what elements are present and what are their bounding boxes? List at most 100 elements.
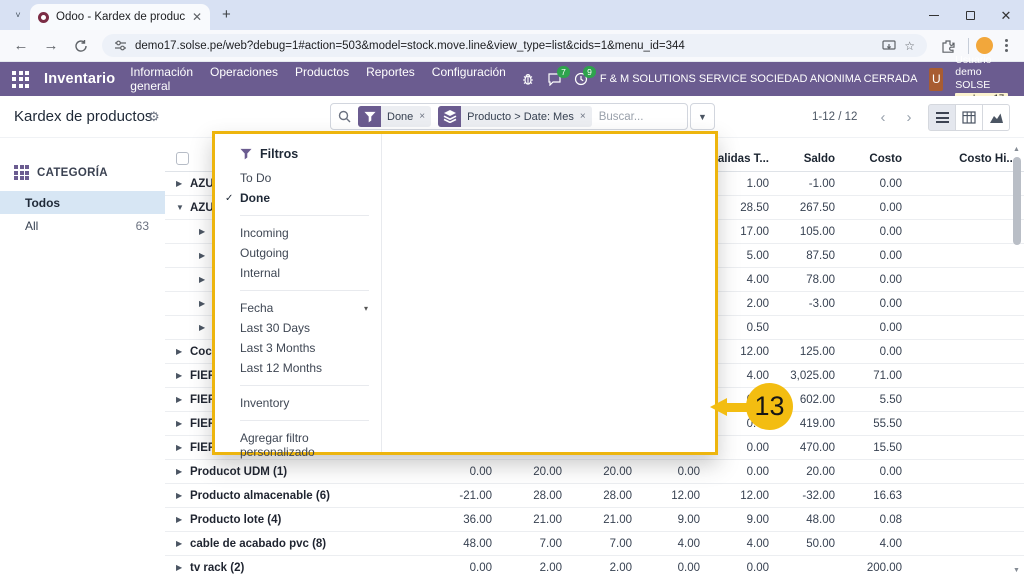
row-expand-icon[interactable]: ▶ xyxy=(199,251,208,260)
row-cell: 0.00 xyxy=(640,562,708,574)
back-button[interactable]: ← xyxy=(8,33,34,59)
menu-item-agregar-filtro-personalizado[interactable]: Agregar filtro personalizado xyxy=(215,428,381,462)
row-expand-icon[interactable]: ▶ xyxy=(199,299,208,308)
menu-item-incoming[interactable]: Incoming xyxy=(215,223,381,243)
row-cell: 0.00 xyxy=(445,562,500,574)
apps-grid-icon[interactable] xyxy=(12,71,29,88)
new-tab-button[interactable]: + xyxy=(222,6,231,23)
row-expand-icon[interactable]: ▶ xyxy=(176,371,185,380)
list-view-button[interactable] xyxy=(928,104,956,131)
debug-bug-icon[interactable] xyxy=(521,72,535,86)
table-row[interactable]: ▶Producot UDM (1)0.0020.0020.000.000.002… xyxy=(165,460,1024,484)
messages-icon[interactable]: 7 xyxy=(547,72,562,86)
menu-item-last-12-months[interactable]: Last 12 Months xyxy=(215,358,381,378)
send-to-device-icon[interactable] xyxy=(882,40,896,52)
scroll-up-icon[interactable]: ▲ xyxy=(1013,146,1020,153)
bookmark-star-icon[interactable]: ☆ xyxy=(904,39,915,53)
tab-close-icon[interactable]: ✕ xyxy=(192,10,202,24)
row-expand-icon[interactable]: ▶ xyxy=(176,539,185,548)
row-cell: 0.00 xyxy=(843,202,910,214)
row-expand-icon[interactable]: ▶ xyxy=(199,227,208,236)
nav-menu-operaciones[interactable]: Operaciones xyxy=(210,65,278,93)
nav-menu-productos[interactable]: Productos xyxy=(295,65,349,93)
search-bar[interactable]: Done× Producto > Date: Mes× Buscar... xyxy=(330,103,688,130)
panel-section-filters: FiltrosTo Do✓DoneIncomingOutgoingInterna… xyxy=(215,134,382,452)
select-all-checkbox[interactable] xyxy=(176,152,189,165)
search-options-toggle[interactable]: ▼ xyxy=(690,103,715,130)
facet-remove-icon[interactable]: × xyxy=(580,111,592,122)
tab-list-chevron-icon[interactable]: ˅ xyxy=(8,5,28,25)
row-expand-icon[interactable]: ▶ xyxy=(176,419,185,428)
panel-divider xyxy=(240,290,369,291)
menu-item-label: To Do xyxy=(240,171,271,185)
app-name[interactable]: Inventario xyxy=(44,71,115,87)
table-row[interactable]: ▶Producto lote (4)36.0021.0021.009.009.0… xyxy=(165,508,1024,532)
profile-avatar[interactable] xyxy=(976,37,993,54)
table-row[interactable]: ▶cable de acabado pvc (8)48.007.007.004.… xyxy=(165,532,1024,556)
scrollbar-thumb[interactable] xyxy=(1013,157,1021,245)
column-header-salidas-t-[interactable]: Salidas T... xyxy=(708,153,777,165)
search-facet[interactable]: Done× xyxy=(358,106,431,127)
search-facet[interactable]: Producto > Date: Mes× xyxy=(438,106,592,127)
row-label: AZU xyxy=(190,202,214,214)
row-cell: 21.00 xyxy=(570,514,640,526)
nav-menu-configuraci-n[interactable]: Configuración xyxy=(432,65,506,93)
user-avatar[interactable]: U xyxy=(929,68,943,91)
table-scrollbar[interactable]: ▲ ▼ xyxy=(1010,146,1023,574)
window-close-button[interactable]: ✕ xyxy=(988,0,1024,30)
menu-item-internal[interactable]: Internal xyxy=(215,263,381,283)
row-cell: 3,025.00 xyxy=(777,370,843,382)
menu-item-outgoing[interactable]: Outgoing xyxy=(215,243,381,263)
reload-button[interactable] xyxy=(68,33,94,59)
row-expand-icon[interactable]: ▶ xyxy=(176,395,185,404)
company-name[interactable]: F & M SOLUTIONS SERVICE SOCIEDAD ANONIMA… xyxy=(600,73,918,85)
panel-divider xyxy=(240,385,369,386)
menu-item-label: Last 3 Months xyxy=(240,341,315,355)
row-expand-icon[interactable]: ▶ xyxy=(176,443,185,452)
row-expand-icon[interactable]: ▼ xyxy=(176,203,185,212)
row-expand-icon[interactable]: ▶ xyxy=(176,491,185,500)
table-row[interactable]: ▶Producto almacenable (6)-21.0028.0028.0… xyxy=(165,484,1024,508)
row-cell: 87.50 xyxy=(777,250,843,262)
url-text[interactable]: demo17.solse.pe/web?debug=1#action=503&m… xyxy=(135,40,874,52)
column-header-costo-hi-[interactable]: Costo Hi... xyxy=(910,153,1024,165)
pager-previous-button[interactable]: ‹ xyxy=(872,106,894,128)
row-expand-icon[interactable]: ▶ xyxy=(199,323,208,332)
graph-view-button[interactable] xyxy=(982,104,1010,131)
browser-menu-button[interactable] xyxy=(997,39,1016,52)
menu-item-last-30-days[interactable]: Last 30 Days xyxy=(215,318,381,338)
toolbar-divider xyxy=(968,38,969,54)
row-expand-icon[interactable]: ▶ xyxy=(176,515,185,524)
row-expand-icon[interactable]: ▶ xyxy=(176,179,185,188)
row-expand-icon[interactable]: ▶ xyxy=(176,563,185,572)
window-minimize-button[interactable] xyxy=(916,0,952,30)
column-header-saldo[interactable]: Saldo xyxy=(777,153,843,165)
search-placeholder[interactable]: Buscar... xyxy=(599,111,644,123)
row-expand-icon[interactable]: ▶ xyxy=(176,467,185,476)
nav-menu-reportes[interactable]: Reportes xyxy=(366,65,415,93)
pager-next-button[interactable]: › xyxy=(898,106,920,128)
browser-tab[interactable]: Odoo - Kardex de productos ✕ xyxy=(30,4,210,30)
column-header-costo[interactable]: Costo xyxy=(843,153,910,165)
row-expand-icon[interactable]: ▶ xyxy=(176,347,185,356)
menu-item-inventory[interactable]: Inventory xyxy=(215,393,381,413)
activities-badge: 9 xyxy=(583,66,596,78)
menu-item-done[interactable]: ✓Done xyxy=(215,188,381,208)
view-settings-gear-icon[interactable]: ⚙ xyxy=(148,109,160,125)
facet-remove-icon[interactable]: × xyxy=(419,111,431,122)
forward-button[interactable]: → xyxy=(38,33,64,59)
sidebar-item-all[interactable]: All63 xyxy=(0,214,165,237)
annotation-step-badge: 13 xyxy=(746,383,793,430)
menu-item-to-do[interactable]: To Do xyxy=(215,168,381,188)
menu-item-last-3-months[interactable]: Last 3 Months xyxy=(215,338,381,358)
activities-icon[interactable]: 9 xyxy=(574,72,588,86)
row-expand-icon[interactable]: ▶ xyxy=(199,275,208,284)
pivot-view-button[interactable] xyxy=(955,104,983,131)
table-row[interactable]: ▶tv rack (2)0.002.002.000.000.00200.00 xyxy=(165,556,1024,575)
window-maximize-button[interactable] xyxy=(952,0,988,30)
scroll-down-icon[interactable]: ▼ xyxy=(1013,567,1020,574)
sidebar-item-todos[interactable]: Todos xyxy=(0,191,165,214)
menu-item-fecha[interactable]: Fecha▾ xyxy=(215,298,381,318)
site-settings-icon[interactable] xyxy=(114,39,127,52)
nav-menu-informaci-n-general[interactable]: Información general xyxy=(130,65,193,93)
